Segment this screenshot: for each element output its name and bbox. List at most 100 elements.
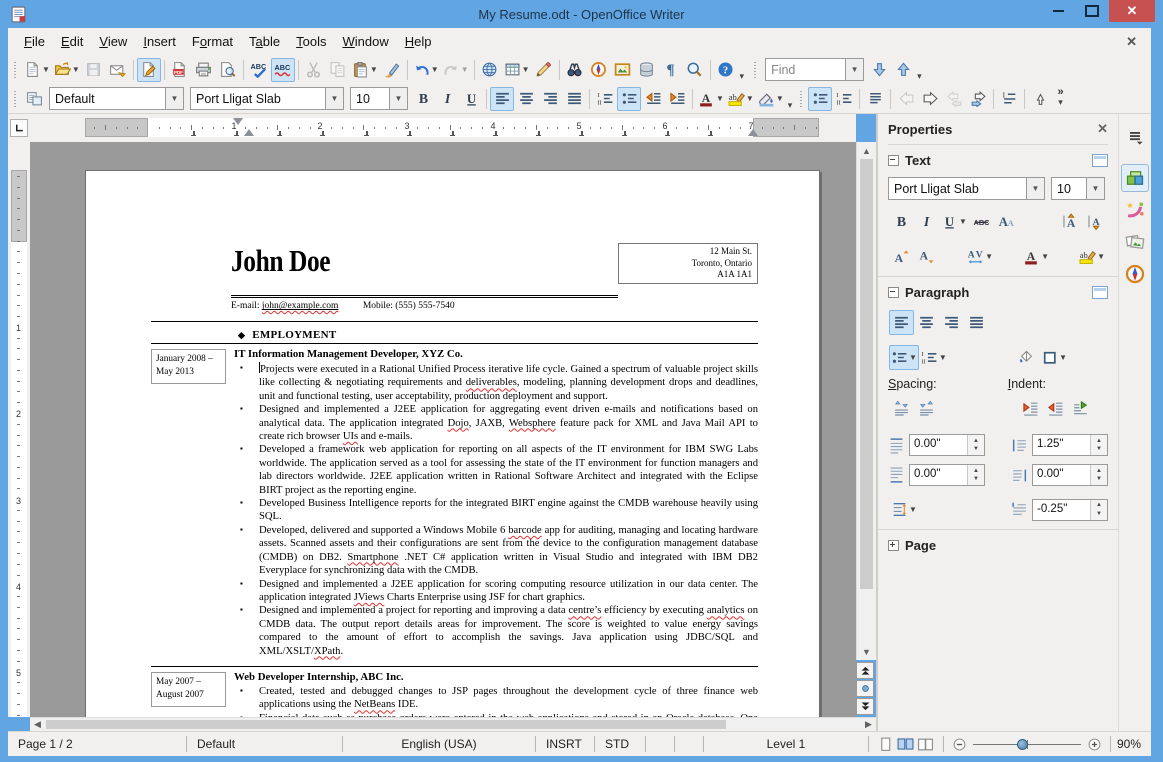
menu-format[interactable]: Format xyxy=(184,30,241,53)
page-preview-button[interactable] xyxy=(216,58,240,82)
expand-icon[interactable] xyxy=(888,539,899,551)
vertical-ruler[interactable]: 123456 xyxy=(8,142,30,717)
resume-bullet[interactable]: Designed and implemented a project for r… xyxy=(231,603,758,658)
scroll-right-icon[interactable]: ▶ xyxy=(861,718,876,731)
zoom-button[interactable] xyxy=(683,58,707,82)
book-view-button[interactable] xyxy=(917,735,935,753)
align-right-button[interactable] xyxy=(538,87,562,111)
char-spacing-button[interactable]: A V ▼ xyxy=(965,244,995,269)
dropdown-arrow-icon[interactable]: ▼ xyxy=(42,65,50,74)
resume-address[interactable]: 12 Main St. Toronto, Ontario A1A 1A1 xyxy=(618,243,758,284)
sidebar-font-name-combo[interactable]: Port Lligat Slab ▼ xyxy=(888,177,1045,200)
dropdown-arrow-icon[interactable]: ▼ xyxy=(431,65,439,74)
indent-less-button[interactable] xyxy=(1043,396,1068,421)
sidebar-font-dropdown-icon[interactable]: ▼ xyxy=(1026,178,1044,199)
font-size-combo[interactable]: 10 ▼ xyxy=(350,87,408,110)
vertical-scrollbar[interactable]: ▲ ▼ xyxy=(856,142,876,660)
decrease-indent-button[interactable] xyxy=(641,87,665,111)
font-color-button[interactable]: A ▼ xyxy=(1021,244,1051,269)
menu-help[interactable]: Help xyxy=(397,30,440,53)
resume-name[interactable]: John Doe xyxy=(231,243,548,279)
zoom-in-icon[interactable] xyxy=(1087,737,1102,752)
menu-edit[interactable]: Edit xyxy=(53,30,91,53)
dropdown-arrow-icon[interactable]: ▼ xyxy=(716,94,724,103)
menu-tools[interactable]: Tools xyxy=(288,30,334,53)
formatting-toolbar-grip[interactable] xyxy=(12,88,19,109)
spinner-arrows[interactable]: ▲ ▼ xyxy=(967,465,984,485)
dropdown-arrow-icon[interactable]: ▼ xyxy=(1059,353,1067,362)
sidebar-tab-menu[interactable] xyxy=(1121,122,1149,150)
subscript-button[interactable]: A xyxy=(914,244,939,269)
find-toolbar-overflow-icon[interactable]: ▾ xyxy=(917,71,922,84)
undo-button[interactable]: ▼ xyxy=(411,58,441,82)
bullet-list-button[interactable] xyxy=(617,86,641,111)
sidebar-tab-styles[interactable] xyxy=(1121,196,1149,224)
status-document-modified[interactable] xyxy=(646,736,675,752)
find-replace-button[interactable] xyxy=(563,58,587,82)
left-indent-marker[interactable] xyxy=(244,129,254,136)
collapse-icon[interactable] xyxy=(888,286,899,298)
close-button[interactable]: ✕ xyxy=(1109,0,1155,22)
menu-insert[interactable]: Insert xyxy=(135,30,184,53)
resume-bullet[interactable]: Developed Business Intelligence reports … xyxy=(231,496,758,524)
indent-first-button[interactable] xyxy=(1068,396,1093,421)
vertical-scroll-thumb[interactable] xyxy=(860,159,873,589)
font-effects-button[interactable]: AA xyxy=(994,209,1019,234)
job-dates[interactable]: May 2007 – August 2007 xyxy=(151,671,226,707)
scroll-up-icon[interactable]: ▲ xyxy=(857,143,876,158)
spinner-arrows[interactable]: ▲ ▼ xyxy=(967,435,984,455)
find-toolbar-grip[interactable] xyxy=(752,59,760,80)
demote-sub-button[interactable] xyxy=(966,87,990,111)
bold-button[interactable]: B xyxy=(411,87,435,111)
horizontal-ruler[interactable]: 1234567 xyxy=(30,114,856,142)
find-previous-button[interactable] xyxy=(891,58,915,82)
sidebar-size-dropdown-icon[interactable]: ▼ xyxy=(1086,178,1104,199)
job-title[interactable]: IT Information Management Developer, XYZ… xyxy=(234,347,758,361)
email-link[interactable]: john@example.com xyxy=(262,301,339,311)
dropdown-arrow-icon[interactable]: ▼ xyxy=(1097,252,1105,261)
single-page-view-button[interactable] xyxy=(877,735,895,753)
new-document-button[interactable]: ▼ xyxy=(22,58,52,82)
resume-bullet[interactable]: Developed, delivered and supported a Win… xyxy=(231,523,758,578)
indent-before-field[interactable]: 1.25" ▲ ▼ xyxy=(1032,434,1108,456)
move-up-button[interactable] xyxy=(1028,87,1052,111)
zoom-slider-thumb[interactable] xyxy=(1016,738,1028,750)
no-list-button[interactable] xyxy=(863,87,887,111)
panel-close-icon[interactable]: ✕ xyxy=(1097,121,1108,137)
demote-button[interactable] xyxy=(918,87,942,111)
navigator-button[interactable] xyxy=(587,58,611,82)
navigation-button[interactable] xyxy=(856,680,874,697)
highlight-color-button[interactable]: ab ▼ xyxy=(1077,244,1107,269)
area-fill-button[interactable] xyxy=(1014,345,1039,370)
underline-button[interactable]: U xyxy=(459,87,483,111)
scroll-left-icon[interactable]: ◀ xyxy=(30,718,45,731)
resume-bullet[interactable]: Designed and implemented a J2EE applicat… xyxy=(231,577,758,605)
spacing-above-button[interactable] xyxy=(889,396,914,421)
status-signature[interactable] xyxy=(675,736,704,752)
horizontal-scroll-thumb[interactable] xyxy=(46,720,726,729)
close-document-icon[interactable]: ✕ xyxy=(1126,34,1137,50)
resume-contact-line[interactable]: E-mail: john@example.com Mobile: (555) 5… xyxy=(151,298,758,322)
zoom-slider[interactable] xyxy=(972,738,1081,750)
open-button[interactable]: ▼ xyxy=(52,58,82,82)
italic-button[interactable]: I xyxy=(914,209,939,234)
dropdown-arrow-icon[interactable]: ▼ xyxy=(370,65,378,74)
size-combo-dropdown-icon[interactable]: ▼ xyxy=(389,88,407,109)
resume-bullet[interactable]: Developed a framework web application fo… xyxy=(231,442,758,497)
employment-heading[interactable]: ◆ EMPLOYMENT xyxy=(151,322,758,344)
style-presets-button[interactable] xyxy=(22,87,46,111)
indent-after-field[interactable]: 0.00" ▲ ▼ xyxy=(1032,464,1108,486)
align-center-button[interactable] xyxy=(914,310,939,335)
background-color-button[interactable]: ▼ xyxy=(756,87,786,111)
status-language[interactable]: English (USA) xyxy=(343,736,536,752)
menu-file[interactable]: File xyxy=(16,30,53,53)
email-button[interactable] xyxy=(106,58,130,82)
find-dropdown-icon[interactable]: ▼ xyxy=(845,59,864,80)
resume-bullet[interactable]: Projects were executed in a Rational Uni… xyxy=(231,361,758,403)
increase-indent-button[interactable] xyxy=(665,87,689,111)
status-page-style[interactable]: Default xyxy=(187,736,343,752)
indent-more-button[interactable] xyxy=(1018,396,1043,421)
spacing-above-field[interactable]: 0.00" ▲ ▼ xyxy=(909,434,985,456)
text-dialog-launcher-icon[interactable] xyxy=(1092,153,1108,167)
print-button[interactable] xyxy=(192,58,216,82)
